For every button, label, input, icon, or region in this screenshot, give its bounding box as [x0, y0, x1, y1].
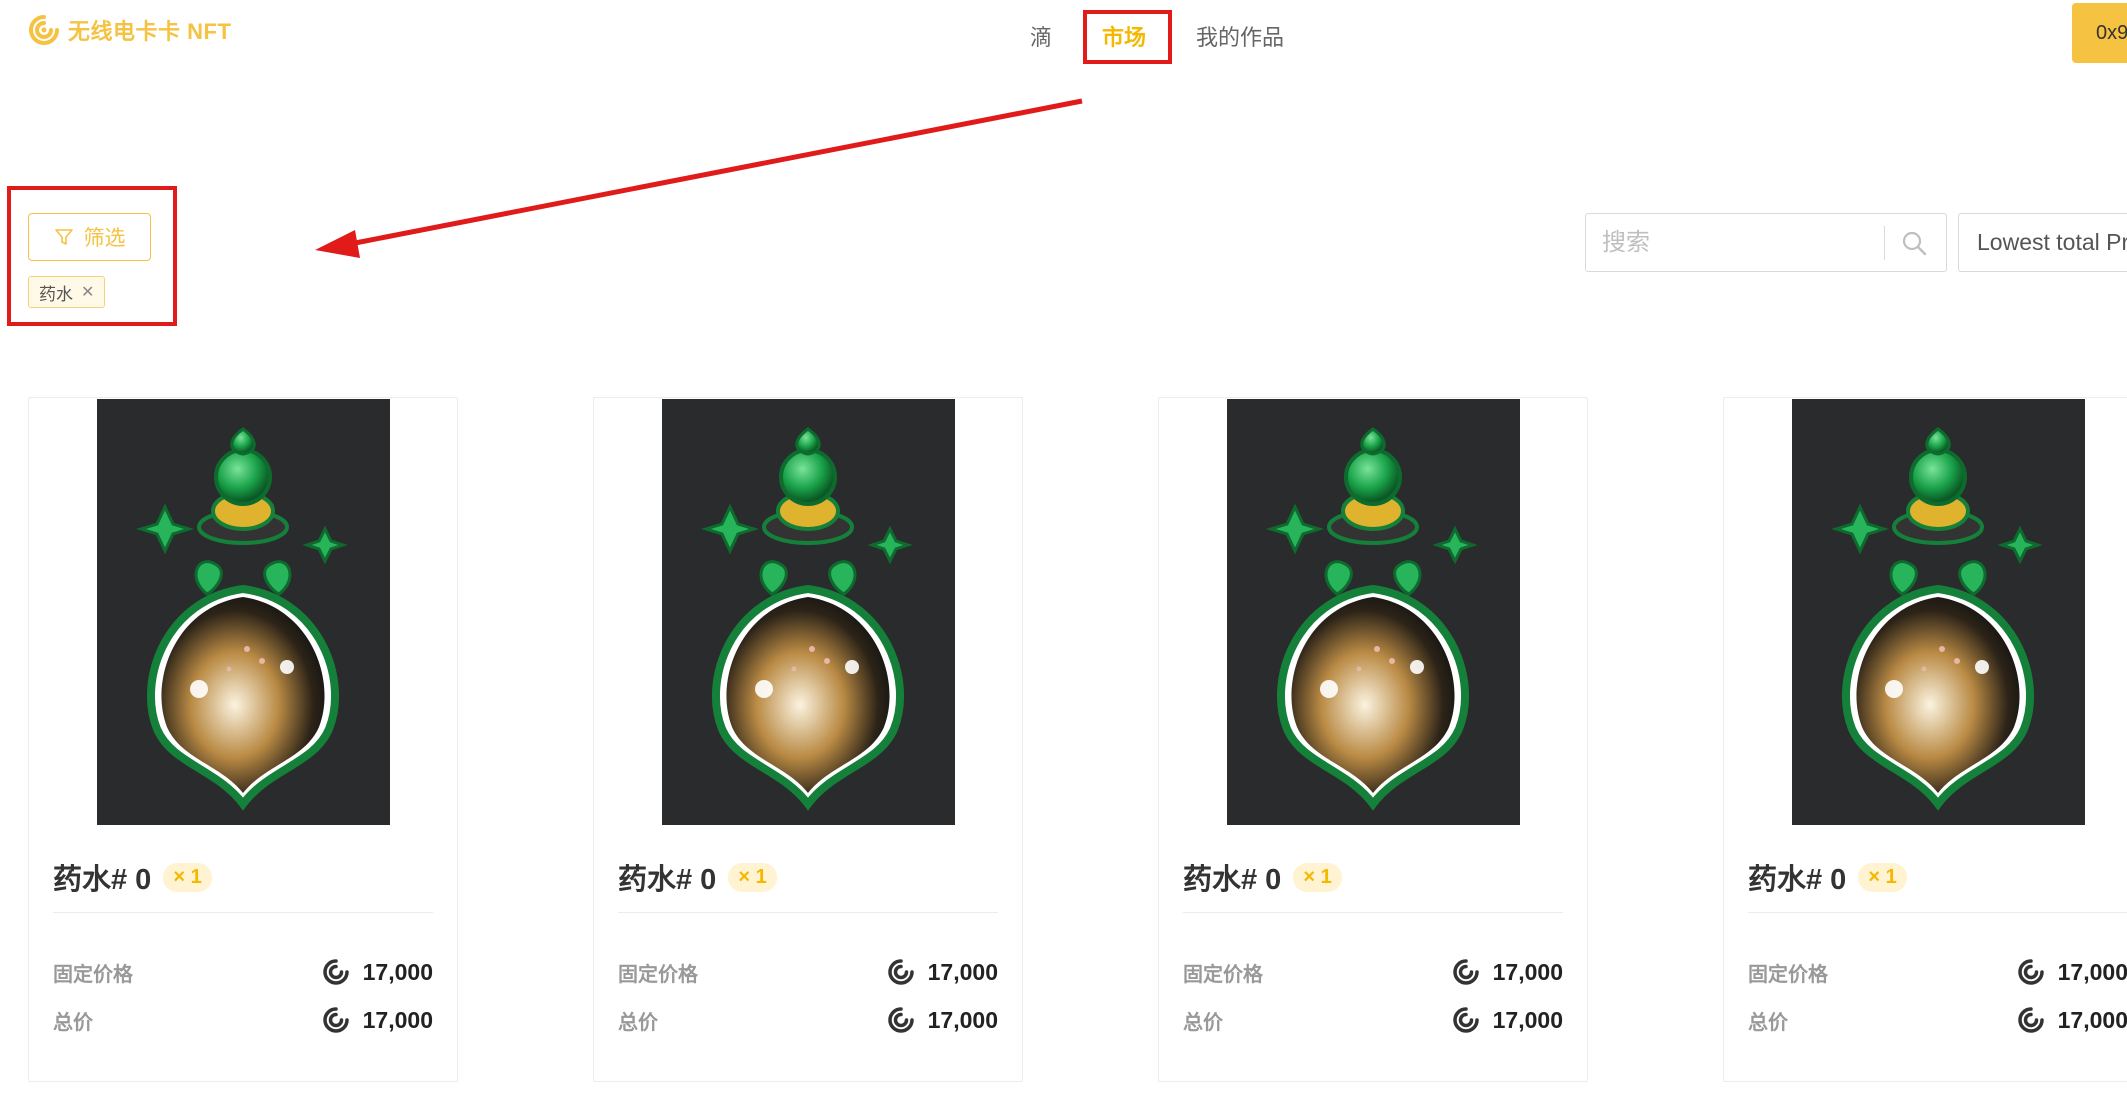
card-title: 药水# 0: [1748, 864, 1847, 896]
card-title-row: 药水# 0 × 1: [1748, 856, 1907, 898]
card-title: 药水# 0: [1183, 864, 1282, 896]
total-price-label: 总价: [1748, 1011, 1788, 1034]
total-price-value: 17,000: [2017, 1006, 2127, 1034]
card-divider: [618, 912, 998, 913]
fixed-price-value: 17,000: [2017, 958, 2127, 986]
card-divider: [53, 912, 433, 913]
fixed-price-label: 固定价格: [53, 963, 133, 986]
wallet-address-label: 0x9: [2096, 21, 2127, 44]
total-price-row: 总价 17,000: [1748, 1003, 2127, 1037]
total-price-amount: 17,000: [927, 1006, 998, 1033]
search-box: [1585, 213, 1947, 272]
total-price-label: 总价: [1183, 1011, 1223, 1034]
potion-artwork: [662, 399, 955, 825]
fixed-price-label: 固定价格: [1748, 963, 1828, 986]
total-price-value: 17,000: [887, 1006, 998, 1034]
currency-swirl-icon: [1452, 959, 1479, 985]
card-title: 药水# 0: [53, 864, 152, 896]
nav-item-my-works[interactable]: 我的作品: [1196, 20, 1284, 52]
fixed-price-row: 固定价格 17,000: [53, 955, 433, 989]
sort-select[interactable]: Lowest total Pr: [1958, 213, 2127, 272]
currency-swirl-icon: [322, 1007, 349, 1033]
logo-text: 无线电卡卡 NFT: [68, 19, 232, 44]
total-price-amount: 17,000: [1492, 1006, 1563, 1033]
total-price-label: 总价: [53, 1011, 93, 1034]
fixed-price-amount: 17,000: [2057, 958, 2127, 985]
search-divider: [1884, 226, 1885, 260]
potion-artwork: [1792, 399, 2085, 825]
card-title: 药水# 0: [618, 864, 717, 896]
currency-swirl-icon: [887, 959, 914, 985]
card-divider: [1183, 912, 1563, 913]
nft-image[interactable]: [1792, 399, 2085, 825]
total-price-row: 总价 17,000: [618, 1003, 998, 1037]
logo-swirl-icon: [29, 15, 59, 45]
potion-artwork: [1227, 399, 1520, 825]
total-price-row: 总价 17,000: [1183, 1003, 1563, 1037]
fixed-price-amount: 17,000: [927, 958, 998, 985]
fixed-price-label: 固定价格: [618, 963, 698, 986]
nav-item-drip[interactable]: 滴: [1030, 20, 1052, 52]
quantity-badge: × 1: [163, 862, 212, 892]
fixed-price-amount: 17,000: [362, 958, 433, 985]
nft-image[interactable]: [662, 399, 955, 825]
currency-swirl-icon: [887, 1007, 914, 1033]
quantity-badge: × 1: [1858, 862, 1907, 892]
nft-image[interactable]: [1227, 399, 1520, 825]
potion-artwork: [97, 399, 390, 825]
fixed-price-value: 17,000: [887, 958, 998, 986]
quantity-badge: × 1: [1293, 862, 1342, 892]
currency-swirl-icon: [322, 959, 349, 985]
fixed-price-value: 17,000: [322, 958, 433, 986]
total-price-amount: 17,000: [2057, 1006, 2127, 1033]
total-price-amount: 17,000: [362, 1006, 433, 1033]
nft-card[interactable]: 药水# 0 × 1 固定价格 17,000 总价 17,000: [1723, 397, 2127, 1082]
nft-card[interactable]: 药水# 0 × 1 固定价格 17,000 总价 17,000: [28, 397, 458, 1082]
fixed-price-label: 固定价格: [1183, 963, 1263, 986]
currency-swirl-icon: [2017, 959, 2044, 985]
wallet-address-button[interactable]: 0x9: [2072, 3, 2127, 63]
currency-swirl-icon: [1452, 1007, 1479, 1033]
total-price-value: 17,000: [1452, 1006, 1563, 1034]
nft-card[interactable]: 药水# 0 × 1 固定价格 17,000 总价 17,000: [593, 397, 1023, 1082]
total-price-label: 总价: [618, 1011, 658, 1034]
logo[interactable]: 无线电卡卡 NFT: [28, 14, 231, 46]
total-price-row: 总价 17,000: [53, 1003, 433, 1037]
search-input[interactable]: [1586, 214, 1884, 271]
card-title-row: 药水# 0 × 1: [618, 856, 777, 898]
quantity-badge: × 1: [728, 862, 777, 892]
sort-select-value: Lowest total Pr: [1977, 229, 2127, 255]
total-price-value: 17,000: [322, 1006, 433, 1034]
fixed-price-value: 17,000: [1452, 958, 1563, 986]
fixed-price-row: 固定价格 17,000: [1183, 955, 1563, 989]
nft-image[interactable]: [97, 399, 390, 825]
nft-card[interactable]: 药水# 0 × 1 固定价格 17,000 总价 17,000: [1158, 397, 1588, 1082]
annotation-box-filter: [7, 186, 177, 326]
card-divider: [1748, 912, 2127, 913]
fixed-price-row: 固定价格 17,000: [1748, 955, 2127, 989]
card-title-row: 药水# 0 × 1: [53, 856, 212, 898]
fixed-price-row: 固定价格 17,000: [618, 955, 998, 989]
card-title-row: 药水# 0 × 1: [1183, 856, 1342, 898]
search-icon[interactable]: [1900, 229, 1928, 257]
currency-swirl-icon: [2017, 1007, 2044, 1033]
annotation-box-market: [1083, 10, 1172, 64]
fixed-price-amount: 17,000: [1492, 958, 1563, 985]
